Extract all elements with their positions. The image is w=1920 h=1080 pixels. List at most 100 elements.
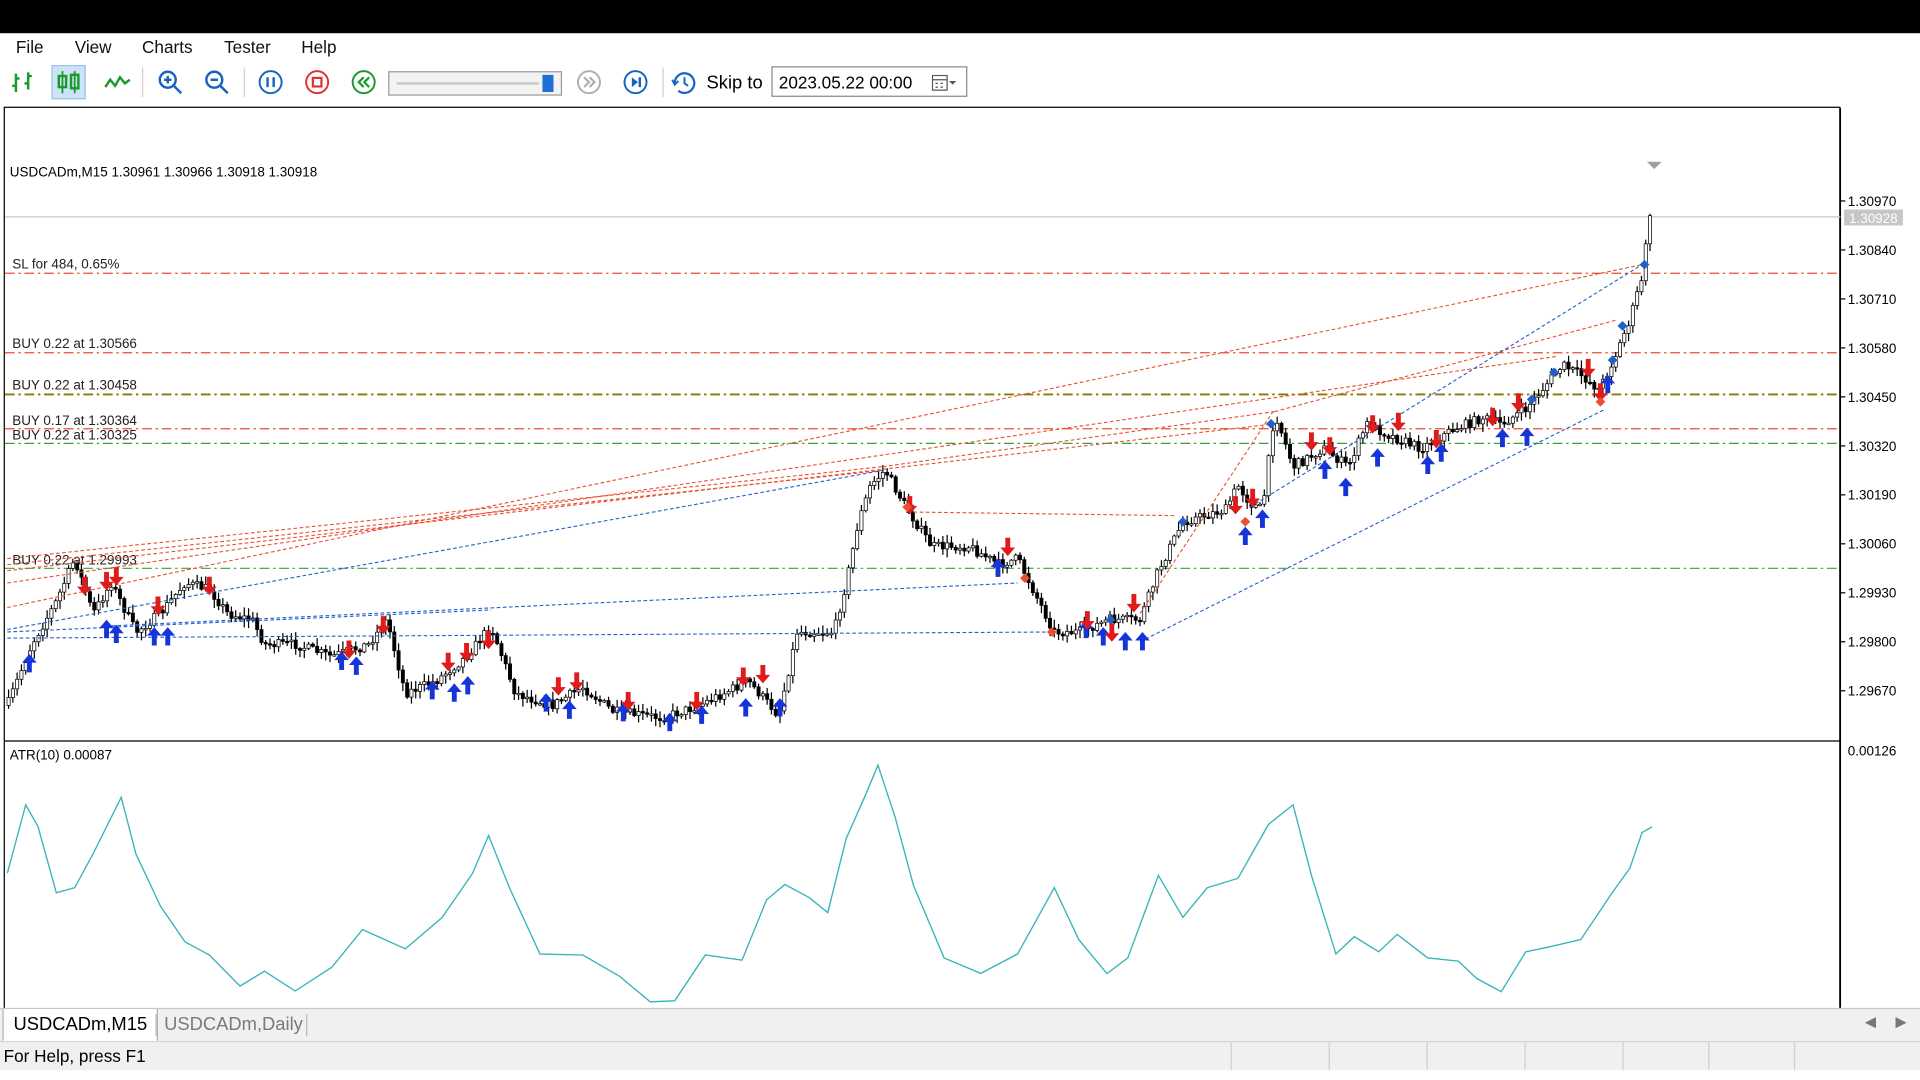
zoom-in-icon	[158, 70, 183, 95]
candle-body	[688, 706, 692, 712]
deal-marker-blue	[1266, 418, 1276, 429]
rewind-button[interactable]	[347, 65, 381, 99]
candle-body	[915, 520, 920, 530]
candle-body	[949, 542, 954, 548]
step-forward-button[interactable]	[618, 65, 652, 99]
candle-body	[970, 545, 975, 549]
candle-body	[353, 646, 358, 651]
level-label: BUY 0.22 at 1.30458	[12, 378, 137, 393]
candle-body	[418, 684, 422, 692]
skip-date-field[interactable]: 2023.05.22 00:00	[771, 66, 968, 97]
candle-body	[409, 688, 414, 698]
chart-area[interactable]: SL for 484, 0.65% BUY 0.22 at 1.30566 BUY …	[3, 106, 1903, 1039]
candle-body	[1236, 485, 1241, 490]
price-tick-label: 1.29670	[1848, 684, 1897, 699]
candle-body	[75, 562, 80, 571]
candle-body	[1626, 325, 1631, 334]
candlestick-chart-button[interactable]	[51, 65, 86, 100]
menu-file[interactable]: File	[16, 37, 44, 57]
speed-slider[interactable]	[388, 71, 563, 96]
candle-body	[478, 640, 482, 644]
candle-body	[1549, 374, 1554, 385]
candle-body	[760, 693, 765, 697]
candle-body	[182, 587, 187, 591]
tab-usdcadm-daily[interactable]: USDCADm,Daily	[154, 1009, 312, 1040]
candle-body	[1618, 342, 1622, 357]
candle-body	[945, 542, 950, 550]
scroll-left-icon[interactable]: ◀	[1865, 1013, 1876, 1030]
candle-body	[1570, 367, 1575, 370]
candle-body	[1142, 606, 1147, 623]
sell-arrow	[1511, 393, 1526, 412]
candle-body	[242, 615, 247, 620]
step-forward-icon	[623, 70, 648, 95]
candle-body	[315, 645, 320, 653]
slider-thumb[interactable]	[542, 74, 554, 92]
candle-body	[186, 584, 191, 589]
buy-arrow	[1135, 631, 1150, 651]
candle-body	[1468, 419, 1472, 428]
candle-body	[1253, 504, 1258, 508]
candle-body	[872, 481, 877, 486]
candle-body	[173, 594, 178, 599]
candle-body	[58, 591, 62, 602]
candle-body	[1296, 458, 1301, 469]
zoom-in-button[interactable]	[153, 65, 187, 99]
candle-body	[328, 651, 332, 656]
candle-body	[259, 629, 264, 643]
candle-body	[1120, 615, 1125, 620]
candle-body	[32, 641, 37, 652]
tab-usdcadm-m15[interactable]: USDCADm,M15	[2, 1009, 159, 1043]
candle-body	[692, 710, 697, 713]
indicator-label: ATR(10) 0.00087	[10, 747, 112, 762]
status-divider	[1230, 1042, 1232, 1071]
candle-body	[1090, 628, 1095, 631]
status-divider	[1622, 1042, 1624, 1071]
menu-charts[interactable]: Charts	[142, 37, 192, 57]
menu-tester[interactable]: Tester	[224, 37, 271, 57]
scroll-right-icon[interactable]: ▶	[1896, 1013, 1907, 1030]
deal-marker-blue	[1617, 320, 1628, 331]
zoom-out-button[interactable]	[200, 65, 234, 99]
candle-body	[559, 699, 564, 702]
candle-body	[1515, 412, 1520, 418]
candle-body	[306, 643, 311, 649]
atr-line	[6, 763, 1653, 1003]
menu-help[interactable]: Help	[301, 37, 336, 57]
calendar-dropdown-icon[interactable]	[931, 74, 957, 92]
candle-body	[1348, 462, 1352, 465]
price-tick-label: 1.30060	[1848, 537, 1897, 552]
candle-body	[1219, 513, 1224, 516]
line-chart-button[interactable]	[100, 65, 134, 99]
candle-body	[392, 631, 397, 652]
candle-body	[808, 634, 812, 637]
candle-body	[795, 633, 800, 650]
candle-body	[1386, 435, 1391, 439]
candle-body	[45, 617, 50, 630]
stop-button[interactable]	[300, 65, 334, 99]
candle-body	[1240, 485, 1245, 496]
candle-body	[1592, 381, 1597, 390]
candle-body	[563, 696, 568, 701]
menu-view[interactable]: View	[75, 37, 112, 57]
trend-line-red	[1139, 408, 1276, 614]
buy-arrow	[1420, 455, 1436, 475]
candle-body	[332, 654, 337, 657]
skip-to-button[interactable]	[669, 65, 703, 99]
candle-body	[958, 547, 962, 551]
candle-body	[53, 600, 58, 610]
candle-body	[508, 663, 512, 680]
fast-forward-button[interactable]	[572, 65, 606, 99]
pause-button[interactable]	[253, 65, 287, 99]
trend-line-red	[7, 466, 883, 560]
candle-body	[786, 675, 791, 692]
candle-body	[178, 590, 182, 595]
candle-body	[1270, 430, 1275, 457]
candle-body	[1506, 422, 1511, 426]
candle-body	[1588, 381, 1592, 385]
candle-body	[1502, 421, 1507, 425]
candle-body	[876, 477, 881, 482]
candle-body	[319, 649, 324, 653]
bar-chart-button[interactable]	[6, 65, 40, 99]
candle-body	[293, 639, 298, 649]
